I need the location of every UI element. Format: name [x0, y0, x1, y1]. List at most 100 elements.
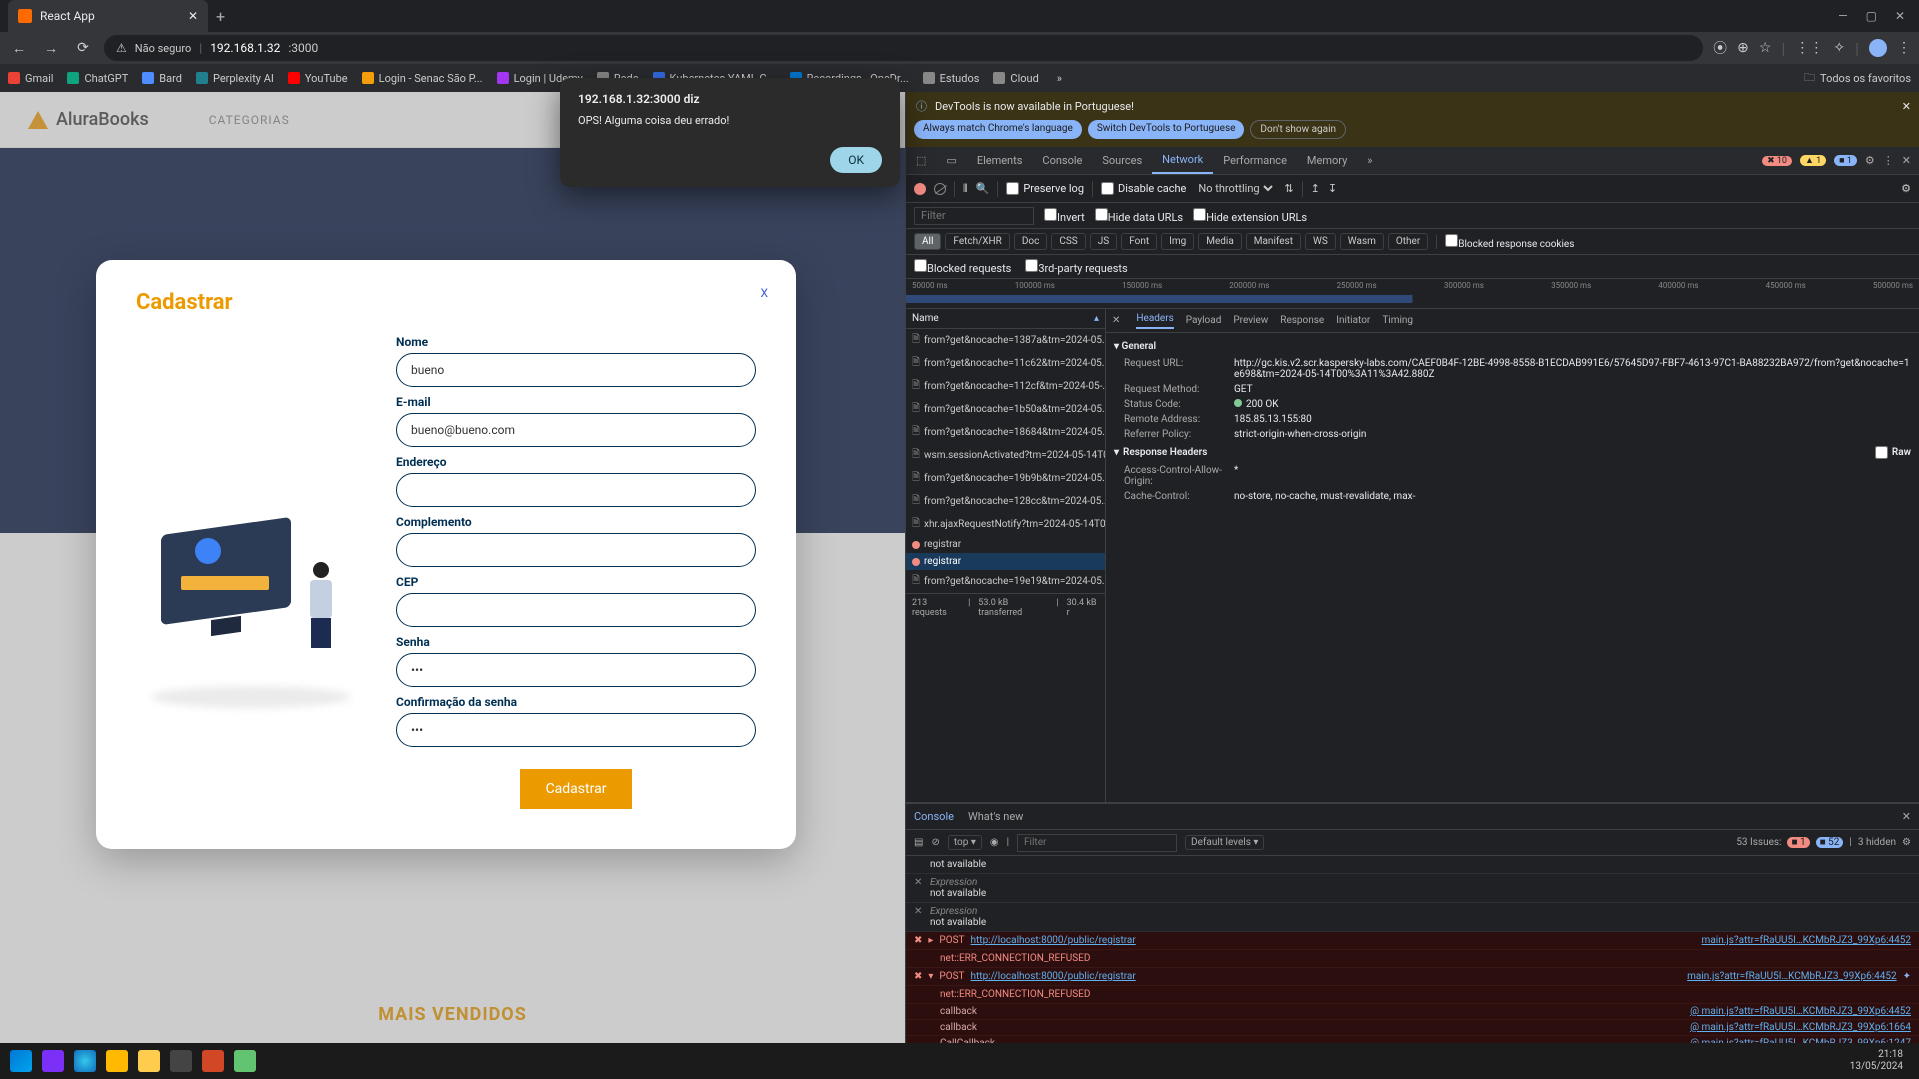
device-toggle-icon[interactable]: ▭ — [936, 147, 966, 174]
download-icon[interactable]: ↧ — [1328, 182, 1337, 195]
third-party-checkbox[interactable]: 3rd-party requests — [1025, 259, 1127, 275]
preserve-log-checkbox[interactable]: Preserve log — [1006, 182, 1084, 195]
all-favorites-folder[interactable]: 🗀 Todos os favoritos — [1804, 69, 1911, 88]
browser-menu-icon[interactable]: ⋮ — [1897, 40, 1911, 56]
disclosure-icon[interactable]: ▾ — [928, 971, 933, 982]
error-count[interactable]: ✖ 10 — [1762, 156, 1792, 166]
drawer-tab-whatsnew[interactable]: What's new — [968, 810, 1023, 823]
issues-info[interactable]: ■ 52 — [1816, 837, 1844, 848]
error-source[interactable]: main.js?attr=fRaUU5I…KCMbRJZ3_99Xp6:4452 — [1702, 935, 1911, 946]
issues-err[interactable]: ■ 1 — [1787, 837, 1809, 848]
throttle-select[interactable]: No throttling — [1194, 181, 1276, 196]
context-selector[interactable]: top ▾ — [948, 835, 982, 850]
raw-toggle[interactable]: Raw — [1875, 446, 1911, 459]
taskbar-explorer-icon[interactable] — [138, 1050, 160, 1072]
taskbar-edge-icon[interactable] — [74, 1050, 96, 1072]
network-request-row[interactable]: registrar — [906, 536, 1105, 553]
bookmark-item[interactable]: YouTube — [288, 72, 348, 85]
filter-type-other[interactable]: Other — [1388, 233, 1428, 250]
network-request-row[interactable]: 🗎from?get&nocache=19e19&tm=2024-05... — [906, 570, 1105, 593]
tabs-more-icon[interactable]: » — [1357, 147, 1382, 174]
ai-icon[interactable]: ✦ — [1903, 971, 1911, 982]
clear-icon[interactable] — [934, 183, 946, 195]
tab-sources[interactable]: Sources — [1092, 147, 1152, 174]
avatar-icon[interactable] — [1869, 39, 1887, 57]
record-icon[interactable] — [914, 183, 926, 195]
system-tray[interactable]: 21:18 13/05/2024 — [1850, 1049, 1909, 1073]
network-request-row[interactable]: 🗎from?get&nocache=11c62&tm=2024-05... — [906, 352, 1105, 375]
alert-ok-button[interactable]: OK — [830, 147, 882, 173]
window-close-icon[interactable]: ✕ — [1895, 9, 1905, 23]
invert-checkbox[interactable]: Invert — [1044, 208, 1085, 224]
filter-type-all[interactable]: All — [914, 233, 941, 250]
bookmark-item[interactable]: Bard — [142, 72, 182, 85]
inspect-icon[interactable]: ⬚ — [906, 147, 936, 174]
network-request-row[interactable]: 🗎from?get&nocache=1387a&tm=2024-05... — [906, 329, 1105, 352]
upload-icon[interactable]: ↥ — [1311, 182, 1320, 195]
network-request-row[interactable]: 🗎xhr.ajaxRequestNotify?tm=2024-05-14T0..… — [906, 513, 1105, 536]
browser-tab[interactable]: React App ✕ — [8, 0, 208, 32]
console-filter-input[interactable] — [1017, 834, 1177, 852]
network-request-row[interactable]: 🗎from?get&nocache=18684&tm=2024-05... — [906, 421, 1105, 444]
disable-cache-checkbox[interactable]: Disable cache — [1101, 182, 1186, 195]
filter-type-css[interactable]: CSS — [1051, 233, 1085, 250]
remove-expr-icon[interactable]: ✕ — [914, 906, 922, 917]
frame-source[interactable]: @ main.js?attr=fRaUU5I…KCMbRJZ3_99Xp6:44… — [1690, 1006, 1911, 1017]
input-complemento[interactable] — [396, 533, 756, 567]
detail-close-icon[interactable]: ✕ — [1112, 315, 1120, 326]
tab-elements[interactable]: Elements — [967, 147, 1033, 174]
input-conf[interactable] — [396, 713, 756, 747]
puzzle-icon[interactable]: ✧ — [1833, 40, 1845, 56]
sort-icon[interactable]: ▴ — [1094, 313, 1099, 324]
input-email[interactable] — [396, 413, 756, 447]
wifi-icon[interactable]: ⇅ — [1284, 182, 1293, 195]
input-cep[interactable] — [396, 593, 756, 627]
nav-back-icon[interactable]: ← — [8, 40, 30, 57]
network-request-row[interactable]: registrar — [906, 553, 1105, 570]
drawer-tab-console[interactable]: Console — [914, 810, 954, 823]
network-request-row[interactable]: 🗎from?get&nocache=128cc&tm=2024-05... — [906, 490, 1105, 513]
taskbar-app-2[interactable] — [106, 1050, 128, 1072]
levels-selector[interactable]: Default levels ▾ — [1185, 835, 1264, 850]
network-request-row[interactable]: 🗎from?get&nocache=19b9b&tm=2024-05... — [906, 467, 1105, 490]
bookmarks-more-icon[interactable]: » — [1057, 72, 1062, 85]
zoom-icon[interactable]: ⊕ — [1737, 40, 1749, 56]
filter-type-font[interactable]: Font — [1121, 233, 1157, 250]
chip-dont-show[interactable]: Don't show again — [1250, 120, 1346, 139]
input-endereco[interactable] — [396, 473, 756, 507]
info-count[interactable]: ■ 1 — [1834, 155, 1857, 166]
drawer-close-icon[interactable]: ✕ — [1902, 810, 1911, 823]
console-clear-icon[interactable]: ⊘ — [931, 837, 939, 848]
bookmark-star-icon[interactable]: ☆ — [1759, 40, 1772, 56]
network-filter-input[interactable] — [914, 207, 1034, 225]
name-column-header[interactable]: Name — [912, 313, 939, 324]
live-expr-icon[interactable]: ◉ — [990, 837, 999, 848]
filter-type-fetchxhr[interactable]: Fetch/XHR — [945, 233, 1009, 250]
console-settings-icon[interactable]: ⚙ — [1902, 837, 1911, 848]
bookmark-item[interactable]: ChatGPT — [67, 72, 128, 85]
nav-reload-icon[interactable]: ⟳ — [72, 40, 94, 56]
modal-close-button[interactable]: X — [760, 286, 768, 300]
error-source[interactable]: main.js?attr=fRaUU5I…KCMbRJZ3_99Xp6:4452 — [1687, 971, 1896, 982]
response-headers-heading[interactable]: Response Headers — [1123, 447, 1207, 458]
bookmark-item[interactable]: Estudos — [923, 72, 980, 85]
filter-type-doc[interactable]: Doc — [1014, 233, 1048, 250]
tab-performance[interactable]: Performance — [1213, 147, 1297, 174]
hide-data-urls-checkbox[interactable]: Hide data URLs — [1095, 208, 1183, 224]
hide-ext-urls-checkbox[interactable]: Hide extension URLs — [1193, 208, 1307, 224]
detail-tab-payload[interactable]: Payload — [1186, 315, 1222, 326]
address-bar[interactable]: ⚠ Não seguro | 192.168.1.32:3000 — [104, 35, 1703, 61]
taskbar-app-3[interactable] — [170, 1050, 192, 1072]
general-heading[interactable]: General — [1122, 341, 1157, 352]
detail-tab-initiator[interactable]: Initiator — [1336, 315, 1370, 326]
blocked-requests-checkbox[interactable]: Blocked requests — [914, 259, 1011, 275]
start-icon[interactable] — [10, 1050, 32, 1072]
blocked-cookies-checkbox[interactable]: Blocked response cookies — [1445, 234, 1574, 250]
detail-tab-timing[interactable]: Timing — [1382, 315, 1413, 326]
search-icon[interactable]: 🔍 — [976, 182, 990, 195]
bookmark-item[interactable]: Login - Senac São P... — [362, 72, 483, 85]
network-settings-icon[interactable]: ⚙ — [1901, 182, 1911, 195]
chip-switch-pt[interactable]: Switch DevTools to Portuguese — [1088, 120, 1245, 139]
tab-console[interactable]: Console — [1032, 147, 1092, 174]
warn-count[interactable]: ▲ 1 — [1800, 155, 1826, 166]
